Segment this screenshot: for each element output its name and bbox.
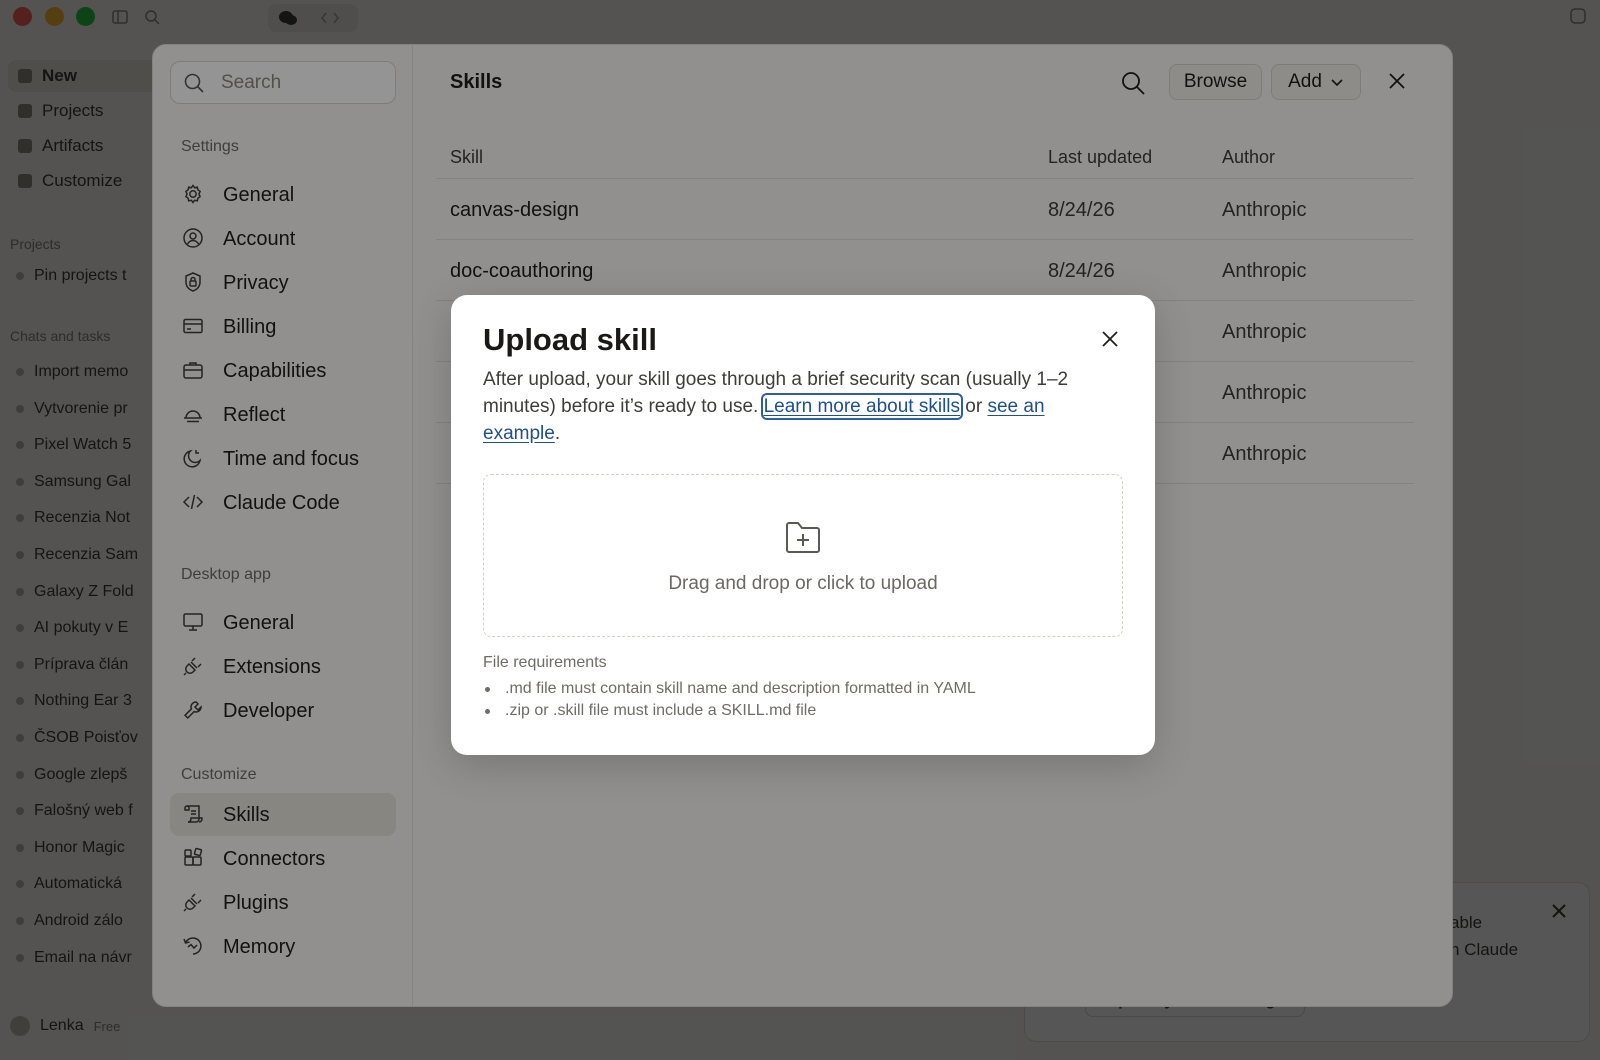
upload-skill-dialog: Upload skill After upload, your skill go… [451,295,1155,755]
list-item: .md file must contain skill name and des… [483,678,1123,700]
folder-plus-icon [786,522,820,553]
close-icon[interactable] [1101,330,1119,348]
requirements-title: File requirements [483,654,607,671]
dialog-title: Upload skill [483,322,657,357]
upload-dropzone[interactable]: Drag and drop or click to upload [483,474,1123,637]
dialog-description: After upload, your skill goes through a … [483,369,1069,444]
dropzone-label: Drag and drop or click to upload [668,573,938,594]
requirements-list: .md file must contain skill name and des… [483,678,1123,722]
list-item: .zip or .skill file must include a SKILL… [483,700,1123,722]
learn-more-link[interactable]: Learn more about skills [760,393,964,420]
